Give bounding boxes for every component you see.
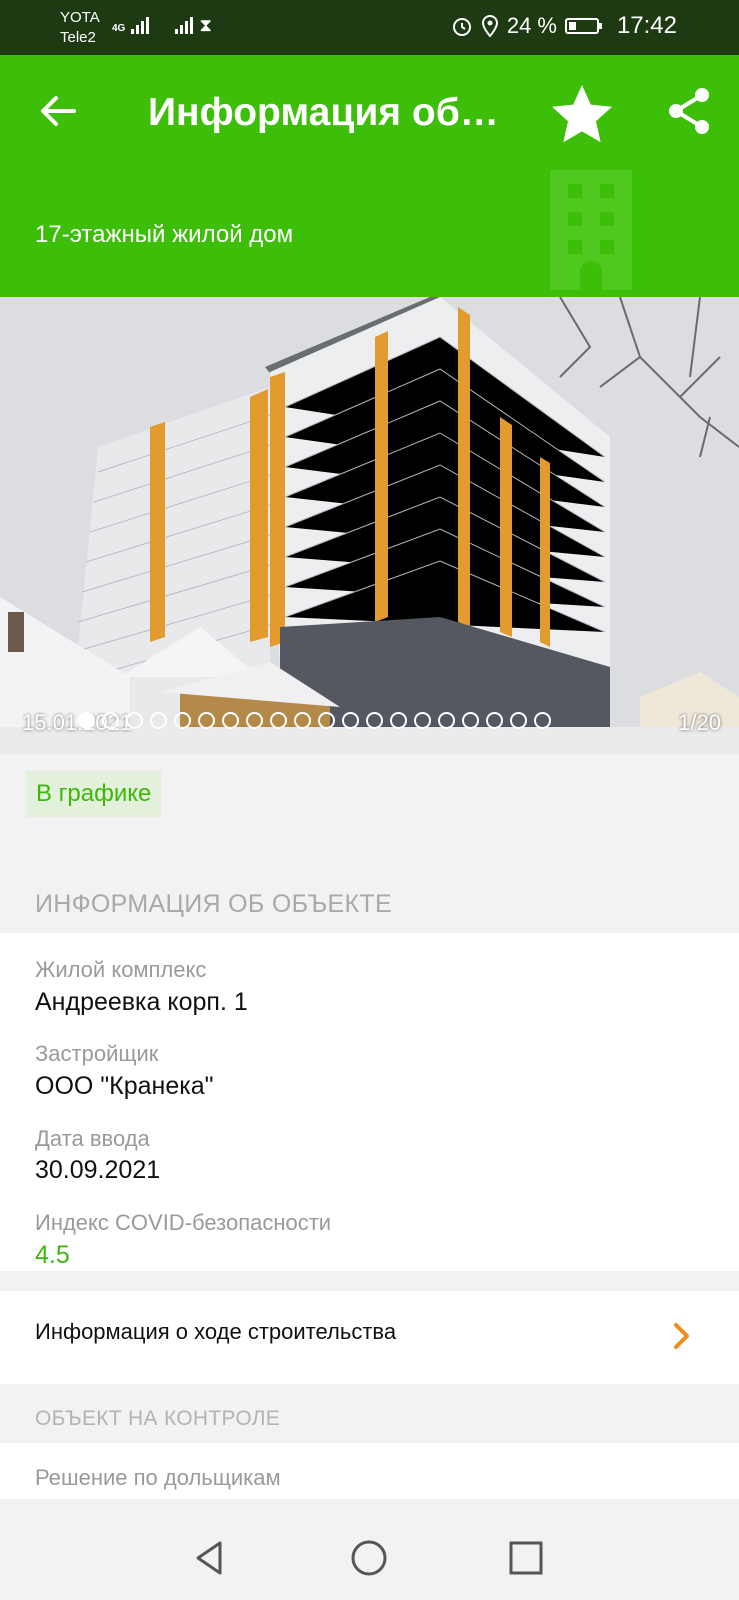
battery-percent: 24 % xyxy=(506,13,557,38)
photo-counter: 1/20 xyxy=(678,710,721,735)
gallery-dot[interactable] xyxy=(342,712,359,729)
field-value-covid-index: 4.5 xyxy=(35,1241,70,1269)
building-photo xyxy=(0,297,739,754)
gallery-dot[interactable] xyxy=(102,712,119,729)
home-circle-icon[interactable] xyxy=(348,1537,390,1579)
star-icon xyxy=(552,85,612,143)
gallery-pagination[interactable] xyxy=(78,712,551,729)
field-label-complex: Жилой комплекс xyxy=(35,957,207,982)
chevron-right-icon xyxy=(674,1323,689,1349)
network-type: 4G xyxy=(112,23,126,34)
shareholders-decision-label: Решение по дольщикам xyxy=(35,1465,281,1490)
gallery-dot[interactable] xyxy=(294,712,311,729)
shareholders-decision-item[interactable]: Решение по дольщикам xyxy=(0,1443,739,1499)
hourglass-icon: ⧗ xyxy=(199,15,212,35)
gallery-dot[interactable] xyxy=(414,712,431,729)
carrier-1: YOTA xyxy=(60,9,100,26)
field-label-commissioning-date: Дата ввода xyxy=(35,1126,150,1151)
gallery-dot[interactable] xyxy=(174,712,191,729)
section-header-object-info: ИНФОРМАЦИЯ ОБ ОБЪЕКТЕ xyxy=(35,890,392,918)
alarm-icon xyxy=(452,18,471,36)
carrier-names: YOTA Tele2 xyxy=(60,8,100,48)
photo-gallery[interactable]: 15.01.2021 1/20 xyxy=(0,297,739,754)
battery-icon xyxy=(565,18,602,34)
gallery-dot[interactable] xyxy=(150,712,167,729)
gallery-dot[interactable] xyxy=(534,712,551,729)
gallery-dot[interactable] xyxy=(318,712,335,729)
carrier-2: Tele2 xyxy=(60,29,96,46)
gallery-dot[interactable] xyxy=(270,712,287,729)
page-title: Информация об… xyxy=(148,91,499,134)
gallery-dot[interactable] xyxy=(126,712,143,729)
signal-icon-2 xyxy=(175,14,194,34)
building-type: 17-этажный жилой дом xyxy=(35,221,294,248)
share-icon xyxy=(669,88,709,134)
gallery-dot[interactable] xyxy=(462,712,479,729)
signal-icon xyxy=(131,14,150,34)
favorite-button[interactable] xyxy=(550,83,614,143)
clock: 17:42 xyxy=(616,12,677,39)
location-icon xyxy=(481,15,498,37)
recents-square-icon[interactable] xyxy=(505,1537,547,1579)
field-label-covid-index: Индекс COVID-безопасности xyxy=(35,1210,332,1235)
gallery-dot[interactable] xyxy=(246,712,263,729)
gallery-dot[interactable] xyxy=(438,712,455,729)
back-arrow-icon xyxy=(41,96,76,126)
field-value-complex: Андреевка корп. 1 xyxy=(35,988,248,1016)
field-value-commissioning-date: 30.09.2021 xyxy=(35,1156,161,1184)
field-label-developer: Застройщик xyxy=(35,1041,159,1066)
status-bar: YOTA Tele2 4G ⧗ 24 % 17:42 xyxy=(0,0,739,55)
gallery-dot[interactable] xyxy=(390,712,407,729)
gallery-dot[interactable] xyxy=(78,712,95,729)
gallery-dot[interactable] xyxy=(222,712,239,729)
building-icon xyxy=(550,170,632,290)
signal-icons: 4G ⧗ xyxy=(112,14,212,34)
section-header-control: ОБЪЕКТ НА КОНТРОЛЕ xyxy=(35,1407,281,1430)
gallery-dot[interactable] xyxy=(366,712,383,729)
back-triangle-icon[interactable] xyxy=(190,1537,232,1579)
status-right: 24 % xyxy=(451,13,602,39)
object-info-card: Жилой комплекс Андреевка корп. 1 Застрой… xyxy=(0,933,739,1271)
gallery-dot[interactable] xyxy=(510,712,527,729)
app-bar: Информация об… 17-этажный жилой дом xyxy=(0,55,739,297)
construction-progress-link[interactable]: Информация о ходе строительства xyxy=(0,1291,739,1384)
construction-progress-label: Информация о ходе строительства xyxy=(35,1319,397,1344)
share-button[interactable] xyxy=(664,85,716,137)
system-nav-bar xyxy=(0,1515,739,1600)
gallery-dot[interactable] xyxy=(486,712,503,729)
gallery-dot[interactable] xyxy=(198,712,215,729)
field-value-developer: ООО "Кранека" xyxy=(35,1072,214,1100)
status-badge: В графике xyxy=(26,771,162,817)
back-button[interactable] xyxy=(30,83,86,139)
